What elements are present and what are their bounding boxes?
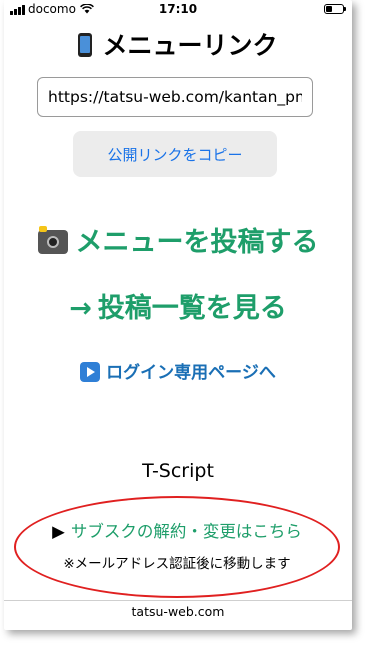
page-title-text: メニューリンク [102, 31, 278, 60]
public-link-url-field[interactable] [37, 77, 313, 117]
clock: 17:10 [158, 2, 198, 16]
view-posts-label: 投稿一覧を見る [97, 293, 287, 324]
page-title: メニューリンク [4, 26, 352, 62]
mobile-phone-icon [78, 33, 93, 57]
post-menu-label: メニューを投稿する [75, 227, 319, 258]
phone-screen: docomo 17:10 メニューリンク 公開リンクをコピー メニューを投稿する… [4, 0, 352, 630]
brand-name: T-Script [142, 460, 214, 482]
subscription-manage-link[interactable]: ▶ サブスクの解約・変更はこちら [14, 518, 340, 542]
right-arrow-icon: → [69, 293, 92, 324]
footer-divider [4, 600, 352, 601]
camera-flash-icon [37, 226, 68, 254]
subscription-section: ▶ サブスクの解約・変更はこちら ※メールアドレス認証後に移動します [14, 496, 340, 598]
play-button-icon [80, 362, 101, 382]
login-page-link[interactable]: ログイン専用ページへ [4, 358, 352, 383]
status-bar: docomo 17:10 [4, 0, 352, 20]
subscription-link-label: サブスクの解約・変更はこちら [70, 522, 302, 541]
footer-domain: tatsu-web.com [131, 604, 225, 619]
red-highlight-ellipse [14, 496, 340, 598]
post-menu-link[interactable]: メニューを投稿する [4, 220, 352, 259]
copy-public-link-button[interactable]: 公開リンクをコピー [73, 131, 277, 177]
login-page-label: ログイン専用ページへ [106, 363, 276, 383]
battery-icon [324, 4, 346, 14]
subscription-note: ※メールアドレス認証後に移動します [63, 556, 291, 572]
view-posts-link[interactable]: → 投稿一覧を見る [4, 286, 352, 325]
triangle-marker-icon: ▶ [52, 522, 65, 541]
